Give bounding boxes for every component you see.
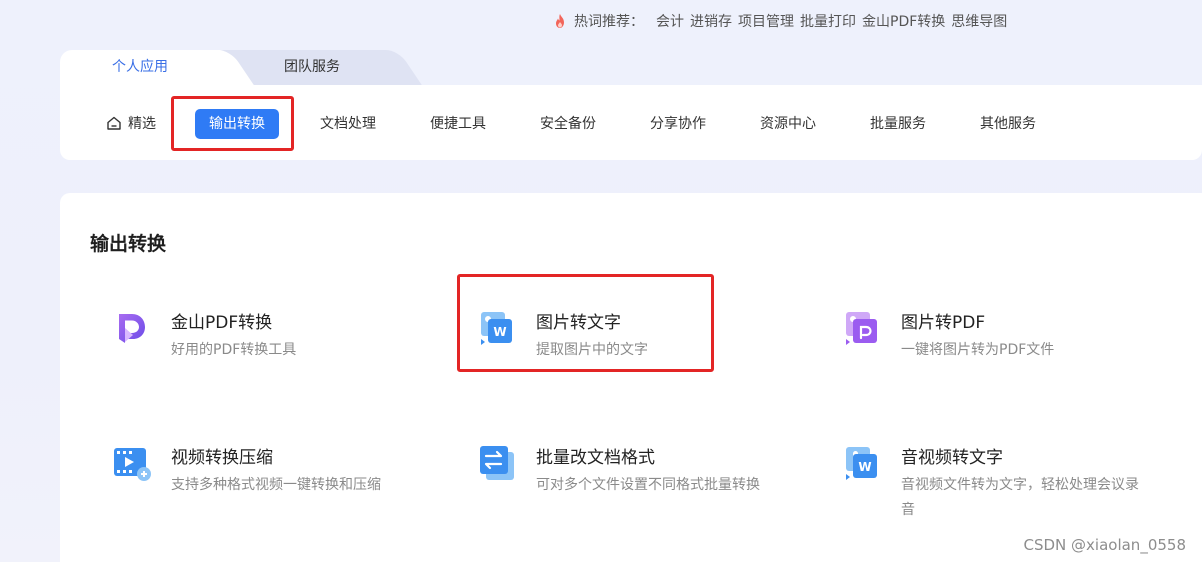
tab-personal-apps[interactable]: 个人应用 (60, 50, 220, 85)
svg-text:W: W (858, 460, 871, 474)
svg-text:W: W (493, 325, 506, 339)
card-title: 金山PDF转换 (171, 313, 273, 333)
batch-format-icon (480, 446, 514, 480)
card-desc: 好用的PDF转换工具 (171, 342, 297, 358)
card-desc: 一键将图片转为PDF文件 (901, 342, 1055, 358)
nav-handy-tools[interactable]: 便捷工具 (430, 109, 486, 139)
card-title: 图片转PDF (901, 313, 986, 333)
home-icon (107, 116, 121, 130)
card-desc: 提取图片中的文字 (536, 342, 648, 358)
section-title: 输出转换 (90, 233, 167, 255)
card-video-convert-compress[interactable]: 视频转换压缩 支持多种格式视频一键转换和压缩 (112, 443, 432, 523)
video-convert-icon (114, 448, 151, 481)
watermark: CSDN @xiaolan_0558 (1023, 536, 1187, 554)
hotword-inventory[interactable]: 进销存 (690, 11, 732, 31)
nav-other-service[interactable]: 其他服务 (980, 109, 1036, 139)
nav-doc-processing[interactable]: 文档处理 (320, 109, 376, 139)
image-to-text-icon: W (481, 312, 512, 345)
nav-batch-service[interactable]: 批量服务 (870, 109, 926, 139)
card-desc: 支持多种格式视频一键转换和压缩 (171, 477, 381, 493)
card-title: 视频转换压缩 (171, 448, 273, 468)
nav-featured[interactable]: 精选 (106, 109, 156, 139)
card-av-to-text[interactable]: W 音视频转文字 音视频文件转为文字，轻松处理会议录音 (842, 443, 1162, 523)
pdf-convert-icon (119, 314, 145, 343)
card-batch-doc-format[interactable]: 批量改文档格式 可对多个文件设置不同格式批量转换 (477, 443, 797, 523)
fire-icon (556, 14, 564, 28)
hotword-batch-print[interactable]: 批量打印 (800, 11, 856, 31)
nav-featured-label: 精选 (128, 116, 156, 132)
app-tabs: 个人应用 团队服务 (60, 50, 392, 85)
card-image-to-text[interactable]: W 图片转文字 提取图片中的文字 (477, 308, 797, 388)
card-title: 批量改文档格式 (536, 448, 655, 468)
category-nav: 精选 输出转换 文档处理 便捷工具 安全备份 分享协作 资源中心 批量服务 其他… (60, 85, 1202, 160)
hotword-mind-map[interactable]: 思维导图 (951, 11, 1007, 31)
card-title: 图片转文字 (536, 313, 621, 333)
content-panel: 输出转换 金山PDF转换 好用的PDF转换工具 W 图片转文字 提取图片中的文字 (60, 193, 1202, 562)
image-to-pdf-icon (846, 312, 877, 345)
nav-resource-center[interactable]: 资源中心 (760, 109, 816, 139)
audio-video-to-text-icon: W (846, 447, 877, 480)
hotwords-label: 热词推荐： (574, 14, 644, 30)
nav-share-collab[interactable]: 分享协作 (650, 109, 706, 139)
nav-security-backup[interactable]: 安全备份 (540, 109, 596, 139)
hotword-accounting[interactable]: 会计 (656, 11, 684, 31)
card-desc: 可对多个文件设置不同格式批量转换 (536, 477, 760, 493)
hotword-project-management[interactable]: 项目管理 (738, 11, 794, 31)
card-title: 音视频转文字 (901, 448, 1003, 468)
card-image-to-pdf[interactable]: 图片转PDF 一键将图片转为PDF文件 (842, 308, 1162, 388)
hotword-pdf-convert[interactable]: 金山PDF转换 (862, 11, 945, 31)
hotwords-bar: 热词推荐： 会计 进销存 项目管理 批量打印 金山PDF转换 思维导图 (552, 10, 1013, 32)
card-kingsoft-pdf-convert[interactable]: 金山PDF转换 好用的PDF转换工具 (112, 308, 432, 388)
card-desc: 音视频文件转为文字，轻松处理会议录音 (901, 477, 1139, 518)
nav-output-convert[interactable]: 输出转换 (195, 109, 279, 139)
